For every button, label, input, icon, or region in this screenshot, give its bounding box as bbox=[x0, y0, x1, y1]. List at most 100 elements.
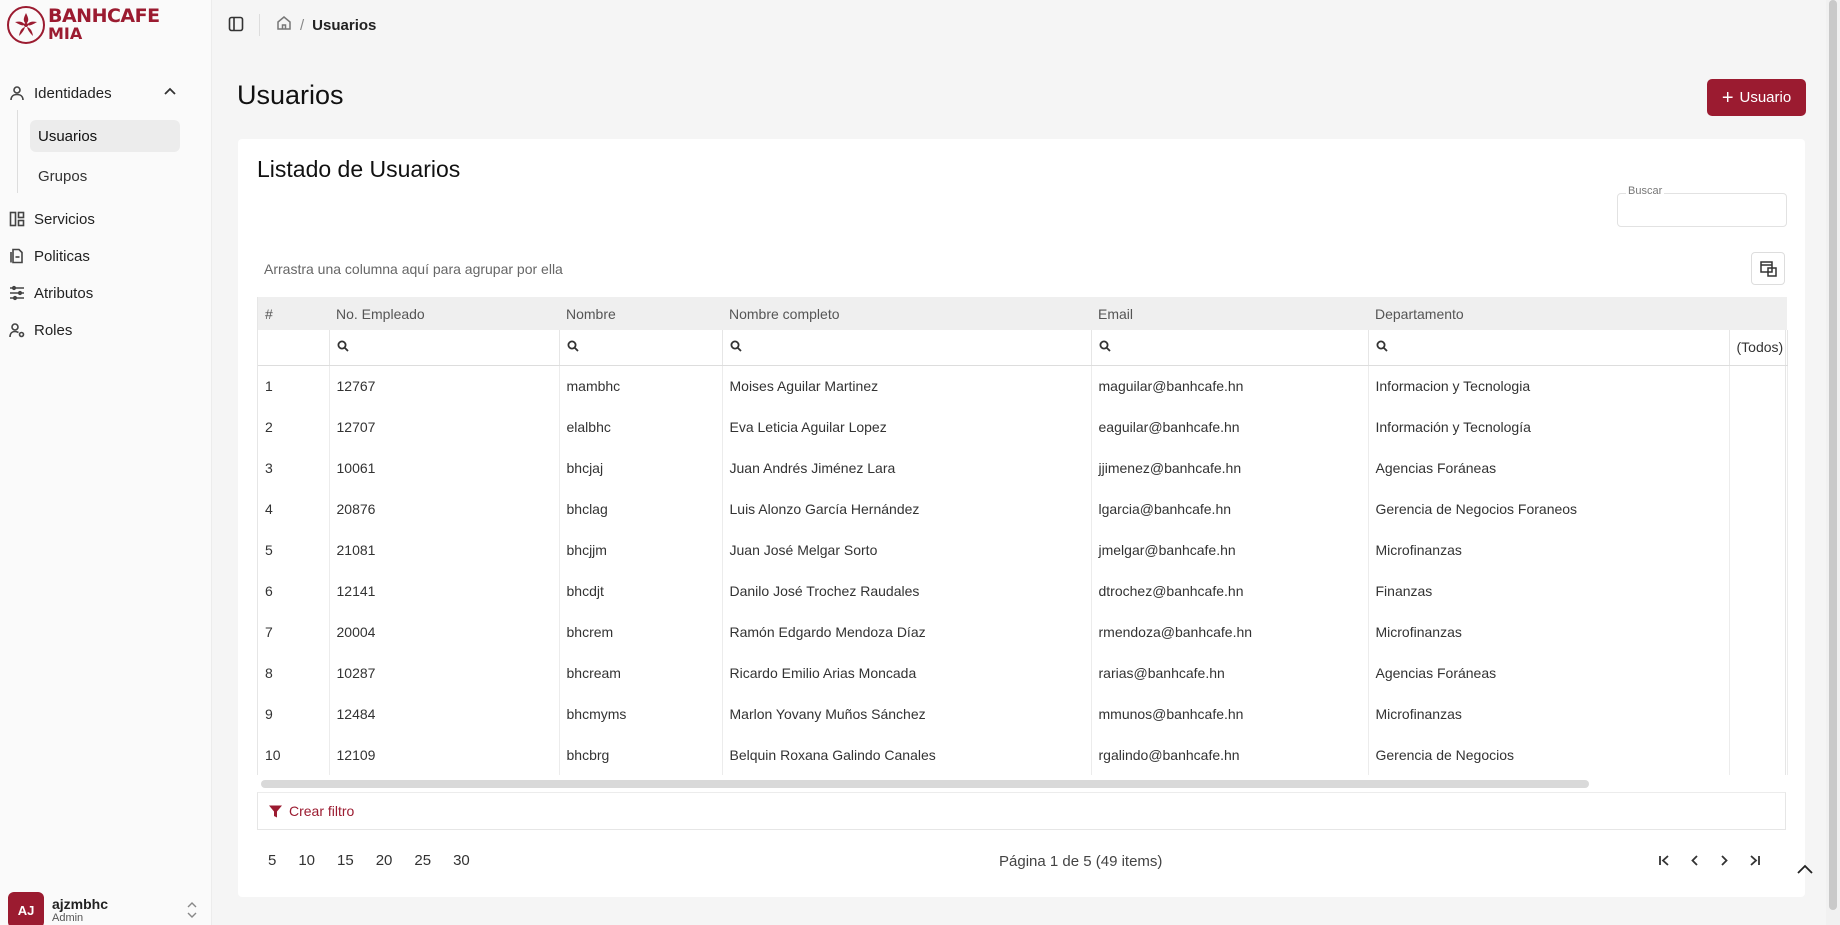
table-cell: Moises Aguilar Martinez bbox=[722, 365, 1092, 406]
table-row[interactable]: 8 10287 bhcream Ricardo Emilio Arias Moncad… bbox=[258, 652, 1788, 693]
table-cell: 4 bbox=[258, 488, 330, 529]
avatar: AJ bbox=[8, 892, 44, 925]
search-icon bbox=[337, 339, 349, 355]
table-row[interactable]: 3 10061 bhcjaj Juan Andrés Jiménez Lara jjim… bbox=[258, 447, 1788, 488]
page-size-selector: 5 10 15 20 25 30 bbox=[268, 852, 492, 869]
column-header-department[interactable]: Departamento bbox=[1368, 297, 1729, 330]
table-row[interactable]: 7 20004 bhcrem Ramón Edgardo Mendoza Díaz rm… bbox=[258, 611, 1788, 652]
table-row[interactable]: 1 12767 mambhc Moises Aguilar Martinez magui… bbox=[258, 365, 1788, 406]
pager-info: Página 1 de 5 (49 items) bbox=[999, 853, 1163, 870]
chevron-up-icon[interactable] bbox=[163, 85, 179, 101]
sidebar-toggle-icon[interactable] bbox=[228, 16, 246, 34]
table-row[interactable]: 10 12109 bhcbrg Belquin Roxana Galindo Cana… bbox=[258, 734, 1788, 775]
page-size-option[interactable]: 25 bbox=[414, 852, 431, 869]
sidebar-item-politicas[interactable]: Politicas bbox=[8, 247, 90, 265]
table-cell: rgalindo@banhcafe.hn bbox=[1091, 734, 1369, 775]
table-row[interactable]: 6 12141 bhcdjt Danilo José Trochez Raudales… bbox=[258, 570, 1788, 611]
sidebar-item-grupos[interactable]: Grupos bbox=[30, 160, 180, 192]
table-cell: bhclag bbox=[559, 488, 723, 529]
search-input[interactable] bbox=[1617, 193, 1787, 227]
table-cell: 1 bbox=[258, 365, 330, 406]
scroll-to-top-icon[interactable] bbox=[1796, 862, 1818, 880]
table-cell: 2 bbox=[258, 406, 330, 447]
table-cell: Microfinanzas bbox=[1368, 693, 1730, 734]
previous-page-icon[interactable] bbox=[1679, 848, 1709, 872]
filter-cell[interactable] bbox=[1368, 330, 1730, 366]
brand-logo[interactable]: BANHCAFE MIA bbox=[6, 5, 160, 45]
home-icon[interactable] bbox=[276, 15, 292, 35]
breadcrumb-current: Usuarios bbox=[312, 16, 377, 34]
table-row[interactable]: 9 12484 bhcmyms Marlon Yovany Muños Sánchez… bbox=[258, 693, 1788, 734]
sidebar-item-identidades[interactable]: Identidades bbox=[8, 84, 112, 102]
table-cell: rmendoza@banhcafe.hn bbox=[1091, 611, 1369, 652]
filter-cell[interactable] bbox=[1091, 330, 1369, 366]
sidebar-item-label: Identidades bbox=[34, 84, 112, 102]
page-size-option[interactable]: 20 bbox=[376, 852, 393, 869]
table-cell bbox=[1729, 693, 1788, 734]
filter-cell[interactable] bbox=[722, 330, 1092, 366]
page-size-option[interactable]: 10 bbox=[298, 852, 315, 869]
table-row[interactable]: 4 20876 bhclag Luis Alonzo García Hernández… bbox=[258, 488, 1788, 529]
table-cell bbox=[1729, 529, 1788, 570]
table-cell bbox=[1729, 734, 1788, 775]
table-cell: 10287 bbox=[329, 652, 560, 693]
user-menu[interactable]: AJ ajzmbhc Admin bbox=[8, 892, 204, 925]
table-cell: Juan Andrés Jiménez Lara bbox=[722, 447, 1092, 488]
column-header-username[interactable]: Nombre bbox=[559, 297, 722, 330]
sidebar-item-roles[interactable]: Roles bbox=[8, 321, 72, 339]
create-filter-button[interactable]: Crear filtro bbox=[257, 792, 1786, 830]
filter-row: (Todos) bbox=[258, 330, 1788, 366]
table-cell bbox=[1729, 365, 1788, 406]
table-cell: 20876 bbox=[329, 488, 560, 529]
table-cell: 10061 bbox=[329, 447, 560, 488]
table-cell: 3 bbox=[258, 447, 330, 488]
column-header-index[interactable]: # bbox=[258, 297, 329, 330]
create-filter-label: Crear filtro bbox=[289, 803, 355, 819]
users-table: # No. Empleado Nombre Nombre completo Em… bbox=[257, 297, 1788, 775]
add-user-button[interactable]: + Usuario bbox=[1707, 79, 1806, 116]
column-header-employee-no[interactable]: No. Empleado bbox=[329, 297, 559, 330]
table-cell: Microfinanzas bbox=[1368, 529, 1730, 570]
table-cell: 8 bbox=[258, 652, 330, 693]
column-chooser-button[interactable] bbox=[1751, 252, 1785, 285]
filter-cell[interactable] bbox=[559, 330, 723, 366]
table-cell: 9 bbox=[258, 693, 330, 734]
last-page-icon[interactable] bbox=[1739, 848, 1769, 872]
page-size-option[interactable]: 30 bbox=[453, 852, 470, 869]
add-user-button-label: Usuario bbox=[1739, 89, 1792, 106]
filter-cell[interactable] bbox=[258, 330, 330, 366]
table-cell: 12109 bbox=[329, 734, 560, 775]
table-cell: lgarcia@banhcafe.hn bbox=[1091, 488, 1369, 529]
first-page-icon[interactable] bbox=[1649, 848, 1679, 872]
user-name: ajzmbhc bbox=[52, 896, 109, 912]
sidebar-item-servicios[interactable]: Servicios bbox=[8, 210, 95, 228]
table-row[interactable]: 5 21081 bhcjjm Juan José Melgar Sorto jmelga… bbox=[258, 529, 1788, 570]
next-page-icon[interactable] bbox=[1709, 848, 1739, 872]
table-row[interactable]: 2 12707 elalbhc Eva Leticia Aguilar Lopez ea… bbox=[258, 406, 1788, 447]
sidebar-item-usuarios[interactable]: Usuarios bbox=[30, 120, 180, 152]
card-title: Listado de Usuarios bbox=[257, 156, 461, 182]
filter-select-all[interactable]: (Todos) bbox=[1729, 330, 1788, 366]
filter-cell[interactable] bbox=[329, 330, 560, 366]
column-header-email[interactable]: Email bbox=[1091, 297, 1368, 330]
column-header-full-name[interactable]: Nombre completo bbox=[722, 297, 1091, 330]
scrollbar-thumb[interactable] bbox=[1829, 0, 1837, 910]
page-size-option[interactable]: 5 bbox=[268, 852, 276, 869]
horizontal-scrollbar[interactable] bbox=[261, 780, 1589, 788]
user-icon bbox=[8, 84, 26, 102]
sidebar-item-atributos[interactable]: Atributos bbox=[8, 284, 93, 302]
table-cell: elalbhc bbox=[559, 406, 723, 447]
sliders-icon bbox=[8, 284, 26, 302]
filter-icon bbox=[269, 805, 282, 817]
table-cell: bhcdjt bbox=[559, 570, 723, 611]
vertical-scrollbar[interactable] bbox=[1826, 0, 1840, 925]
table-cell: 12707 bbox=[329, 406, 560, 447]
page-size-option[interactable]: 15 bbox=[337, 852, 354, 869]
table-cell: 5 bbox=[258, 529, 330, 570]
submenu-divider bbox=[17, 110, 18, 193]
search-icon bbox=[567, 339, 579, 355]
sidebar-item-label: Politicas bbox=[34, 247, 90, 265]
table-cell: Marlon Yovany Muños Sánchez bbox=[722, 693, 1092, 734]
table-cell: 7 bbox=[258, 611, 330, 652]
breadcrumb: / Usuarios bbox=[276, 15, 376, 35]
